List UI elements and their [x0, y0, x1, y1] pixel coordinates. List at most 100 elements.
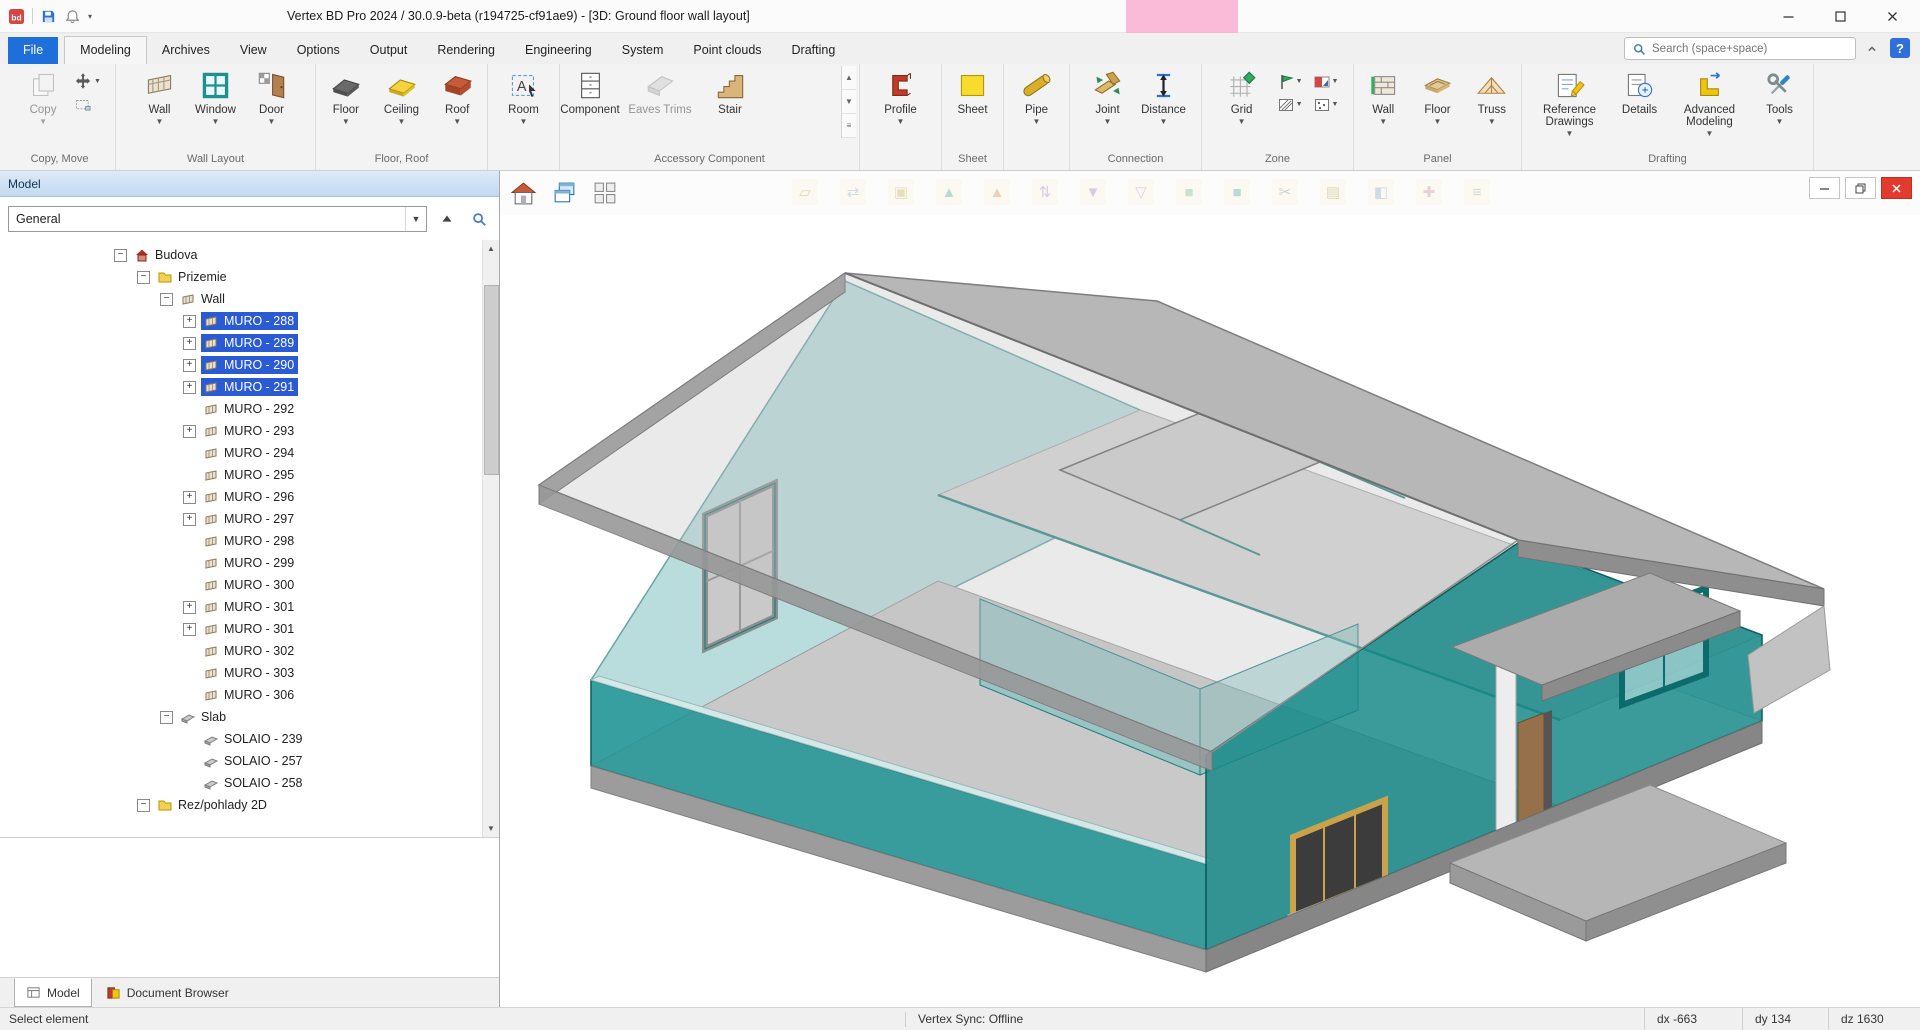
- 3d-viewport[interactable]: [500, 215, 1920, 1007]
- expand-icon[interactable]: +: [183, 315, 196, 328]
- gallery-scroll-up-icon[interactable]: ▲: [842, 66, 856, 90]
- ribbon-button-wall[interactable]: Wall▼: [1357, 66, 1409, 126]
- ribbon-button-distance[interactable]: Distance▼: [1137, 66, 1191, 126]
- help-icon[interactable]: ?: [1890, 38, 1910, 58]
- save-icon[interactable]: [40, 8, 57, 25]
- dots-icon[interactable]: ▼: [1311, 95, 1341, 114]
- tab-output[interactable]: Output: [355, 37, 423, 64]
- panel-tab-model[interactable]: Model: [14, 978, 92, 1007]
- tree-item-muro-296[interactable]: +MURO - 296: [0, 486, 482, 508]
- model-filter-combobox[interactable]: General ▼: [8, 206, 427, 232]
- tree-item-muro-295[interactable]: −MURO - 295: [0, 464, 482, 486]
- tree-item-muro-290[interactable]: +MURO - 290: [0, 354, 482, 376]
- ribbon-button-copy[interactable]: Copy▼: [16, 66, 70, 126]
- tab-system[interactable]: System: [607, 37, 679, 64]
- ribbon-button-reference-drawings[interactable]: Reference Drawings▼: [1529, 66, 1611, 138]
- panel-tab-document-browser[interactable]: Document Browser: [95, 978, 240, 1007]
- scroll-down-icon[interactable]: ▼: [483, 820, 499, 837]
- close-button[interactable]: [1866, 0, 1918, 33]
- ribbon-button-component[interactable]: Component: [563, 66, 617, 116]
- tree-item-muro-294[interactable]: −MURO - 294: [0, 442, 482, 464]
- tree-item-muro-299[interactable]: −MURO - 299: [0, 552, 482, 574]
- maximize-button[interactable]: [1814, 0, 1866, 33]
- tree-item-muro-300[interactable]: −MURO - 300: [0, 574, 482, 596]
- tree-item-muro-288[interactable]: +MURO - 288: [0, 310, 482, 332]
- gallery-more-icon[interactable]: ≡: [842, 114, 856, 138]
- tree-item-muro-306[interactable]: −MURO - 306: [0, 684, 482, 706]
- tree-scrollbar[interactable]: ▲ ▼: [482, 240, 499, 837]
- tree-search-icon[interactable]: [467, 208, 491, 230]
- ribbon-button-advanced-modeling[interactable]: Advanced Modeling▼: [1669, 66, 1751, 138]
- hatch-icon[interactable]: ▼: [1275, 95, 1305, 114]
- ribbon-button-stair[interactable]: Stair: [703, 66, 757, 116]
- tab-rendering[interactable]: Rendering: [422, 37, 510, 64]
- select-box-icon[interactable]: [72, 95, 103, 115]
- home-view-icon[interactable]: [510, 180, 537, 207]
- gallery-scroll-down-icon[interactable]: ▼: [842, 90, 856, 114]
- tree-item-muro-301[interactable]: +MURO - 301: [0, 596, 482, 618]
- tree-item-wall[interactable]: −Wall: [0, 288, 482, 310]
- tab-engineering[interactable]: Engineering: [510, 37, 607, 64]
- tree-item-solaio-239[interactable]: −SOLAIO - 239: [0, 728, 482, 750]
- expand-icon[interactable]: +: [183, 337, 196, 350]
- ribbon-button-door[interactable]: Door▼: [245, 66, 299, 126]
- expand-icon[interactable]: +: [183, 623, 196, 636]
- expand-icon[interactable]: +: [183, 381, 196, 394]
- ribbon-button-floor[interactable]: Floor▼: [319, 66, 373, 126]
- scrollbar-thumb[interactable]: [484, 285, 499, 475]
- tab-drafting[interactable]: Drafting: [777, 37, 851, 64]
- notifications-icon[interactable]: [64, 8, 81, 25]
- tree-item-muro-301[interactable]: +MURO - 301: [0, 618, 482, 640]
- tree-item-rez-pohlady-2d[interactable]: −Rez/pohlady 2D: [0, 794, 482, 816]
- zone-chip-icon[interactable]: ▼: [1311, 72, 1341, 91]
- tile-windows-icon[interactable]: [592, 180, 619, 207]
- collapse-icon[interactable]: −: [114, 249, 127, 262]
- collapse-icon[interactable]: −: [160, 711, 173, 724]
- tree-item-solaio-257[interactable]: −SOLAIO - 257: [0, 750, 482, 772]
- tree-item-muro-293[interactable]: +MURO - 293: [0, 420, 482, 442]
- cascade-windows-icon[interactable]: [551, 180, 578, 207]
- search-input[interactable]: [1652, 43, 1848, 55]
- tree-item-slab[interactable]: −Slab: [0, 706, 482, 728]
- collapse-icon[interactable]: −: [137, 799, 150, 812]
- ribbon-button-grid[interactable]: Grid▼: [1215, 66, 1269, 126]
- collapse-all-icon[interactable]: [435, 208, 459, 230]
- ribbon-button-tools[interactable]: Tools▼: [1753, 66, 1807, 126]
- tree-item-solaio-258[interactable]: −SOLAIO - 258: [0, 772, 482, 794]
- expand-icon[interactable]: +: [183, 359, 196, 372]
- expand-icon[interactable]: +: [183, 491, 196, 504]
- flag-icon[interactable]: ▼: [1275, 72, 1305, 91]
- tree-item-muro-297[interactable]: +MURO - 297: [0, 508, 482, 530]
- tree-item-muro-291[interactable]: +MURO - 291: [0, 376, 482, 398]
- ribbon-button-floor[interactable]: Floor▼: [1411, 66, 1463, 126]
- tree-item-muro-302[interactable]: −MURO - 302: [0, 640, 482, 662]
- quick-access-dropdown-icon[interactable]: ▾: [88, 12, 92, 21]
- tree-item-muro-289[interactable]: +MURO - 289: [0, 332, 482, 354]
- minimize-button[interactable]: [1762, 0, 1814, 33]
- tree-item-budova[interactable]: −Budova: [0, 244, 482, 266]
- ribbon-button-wall[interactable]: Wall▼: [133, 66, 187, 126]
- ribbon-button-ceiling[interactable]: Ceiling▼: [375, 66, 429, 126]
- tree-item-muro-292[interactable]: −MURO - 292: [0, 398, 482, 420]
- chevron-up-icon[interactable]: [1862, 40, 1882, 58]
- ribbon-button-eaves-trims[interactable]: Eaves Trims: [619, 66, 701, 116]
- tree-item-prizemie[interactable]: −Prizemie: [0, 266, 482, 288]
- viewport-close-button[interactable]: [1881, 177, 1912, 199]
- ribbon-button-profile[interactable]: Profile▼: [874, 66, 928, 126]
- tab-file[interactable]: File: [8, 37, 58, 64]
- viewport-restore-button[interactable]: [1845, 177, 1876, 199]
- search-box[interactable]: [1624, 37, 1856, 60]
- tree-item-muro-303[interactable]: −MURO - 303: [0, 662, 482, 684]
- expand-icon[interactable]: +: [183, 513, 196, 526]
- expand-icon[interactable]: +: [183, 601, 196, 614]
- ribbon-button-truss[interactable]: Truss▼: [1466, 66, 1518, 126]
- tab-modeling[interactable]: Modeling: [64, 36, 147, 64]
- ribbon-button-window[interactable]: Window▼: [189, 66, 243, 126]
- expand-icon[interactable]: +: [183, 425, 196, 438]
- viewport-minimize-button[interactable]: [1809, 177, 1840, 199]
- move-icon[interactable]: ▼: [72, 71, 103, 91]
- ribbon-button-pipe[interactable]: Pipe▼: [1010, 66, 1064, 126]
- tab-archives[interactable]: Archives: [147, 37, 225, 64]
- scroll-up-icon[interactable]: ▲: [483, 240, 499, 257]
- ribbon-button-roof[interactable]: Roof▼: [430, 66, 484, 126]
